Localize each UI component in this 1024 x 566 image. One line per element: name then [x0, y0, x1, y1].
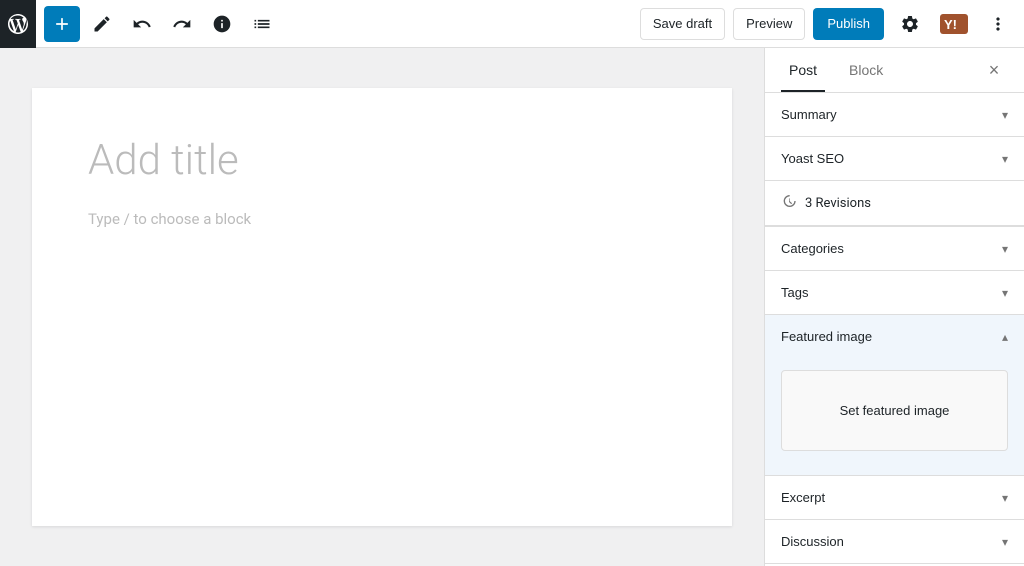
more-vertical-icon [988, 14, 1008, 34]
more-options-button[interactable] [980, 6, 1016, 42]
title-field[interactable]: Add title [88, 136, 676, 186]
toolbar-right: Save draft Preview Publish Y! [640, 6, 1016, 42]
panel-revisions: 3 Revisions [765, 181, 1024, 227]
edit-button[interactable] [84, 6, 120, 42]
panel-categories-header[interactable]: Categories ▾ [765, 227, 1024, 270]
editor-area: Add title Type / to choose a block [0, 48, 764, 566]
chevron-down-icon-tags: ▾ [1002, 286, 1008, 300]
tab-post[interactable]: Post [781, 48, 825, 92]
panel-tags: Tags ▾ [765, 271, 1024, 315]
body-placeholder[interactable]: Type / to choose a block [88, 210, 676, 228]
undo-button[interactable] [124, 6, 160, 42]
gear-icon [900, 14, 920, 34]
panel-yoast-title: Yoast SEO [781, 151, 844, 166]
panel-discussion-title: Discussion [781, 534, 844, 549]
panel-summary: Summary ▾ [765, 93, 1024, 137]
list-view-icon [252, 14, 272, 34]
panel-excerpt-title: Excerpt [781, 490, 825, 505]
preview-button[interactable]: Preview [733, 8, 805, 40]
panel-tags-header[interactable]: Tags ▾ [765, 271, 1024, 314]
panel-yoast-header[interactable]: Yoast SEO ▾ [765, 137, 1024, 180]
featured-image-content: Set featured image [765, 358, 1024, 463]
chevron-down-icon: ▾ [1002, 108, 1008, 122]
panel-categories-title: Categories [781, 241, 844, 256]
panel-yoast: Yoast SEO ▾ [765, 137, 1024, 181]
save-draft-button[interactable]: Save draft [640, 8, 725, 40]
panel-discussion: Discussion ▾ [765, 520, 1024, 564]
chevron-down-icon-yoast: ▾ [1002, 152, 1008, 166]
yoast-icon: Y! [940, 14, 968, 34]
info-icon [212, 14, 232, 34]
set-featured-image-button[interactable]: Set featured image [781, 370, 1008, 451]
panel-discussion-header[interactable]: Discussion ▾ [765, 520, 1024, 563]
add-block-button[interactable] [44, 6, 80, 42]
toolbar: Save draft Preview Publish Y! [0, 0, 1024, 48]
panel-featured-image: Featured image ▴ Set featured image [765, 315, 1024, 476]
revisions-row[interactable]: 3 Revisions [765, 181, 1024, 226]
main-layout: Add title Type / to choose a block Post … [0, 48, 1024, 566]
list-view-button[interactable] [244, 6, 280, 42]
info-button[interactable] [204, 6, 240, 42]
panel-excerpt-header[interactable]: Excerpt ▾ [765, 476, 1024, 519]
svg-text:Y!: Y! [944, 17, 957, 32]
panel-summary-title: Summary [781, 107, 837, 122]
publish-button[interactable]: Publish [813, 8, 884, 40]
chevron-down-icon-excerpt: ▾ [1002, 491, 1008, 505]
chevron-down-icon-discussion: ▾ [1002, 535, 1008, 549]
close-sidebar-button[interactable]: × [980, 56, 1008, 84]
redo-icon [172, 14, 192, 34]
panel-tags-title: Tags [781, 285, 808, 300]
tab-block[interactable]: Block [841, 48, 891, 92]
editor-content: Add title Type / to choose a block [32, 88, 732, 526]
pencil-icon [92, 14, 112, 34]
yoast-button[interactable]: Y! [936, 6, 972, 42]
undo-icon [132, 14, 152, 34]
panel-featured-image-header[interactable]: Featured image ▴ [765, 315, 1024, 358]
sidebar-tabs: Post Block × [765, 48, 1024, 93]
wp-logo [0, 0, 36, 48]
revisions-label: 3 Revisions [805, 196, 871, 211]
wp-logo-icon [8, 14, 28, 34]
panel-categories: Categories ▾ [765, 227, 1024, 271]
panel-featured-image-title: Featured image [781, 329, 872, 344]
toolbar-left [44, 6, 636, 42]
chevron-down-icon-categories: ▾ [1002, 242, 1008, 256]
redo-button[interactable] [164, 6, 200, 42]
settings-button[interactable] [892, 6, 928, 42]
featured-image-spacer [765, 463, 1024, 475]
panel-excerpt: Excerpt ▾ [765, 476, 1024, 520]
panel-summary-header[interactable]: Summary ▾ [765, 93, 1024, 136]
chevron-up-icon: ▴ [1002, 330, 1008, 344]
clock-icon [781, 193, 797, 213]
plus-icon [52, 14, 72, 34]
sidebar: Post Block × Summary ▾ Yoast SEO ▾ 3 [764, 48, 1024, 566]
